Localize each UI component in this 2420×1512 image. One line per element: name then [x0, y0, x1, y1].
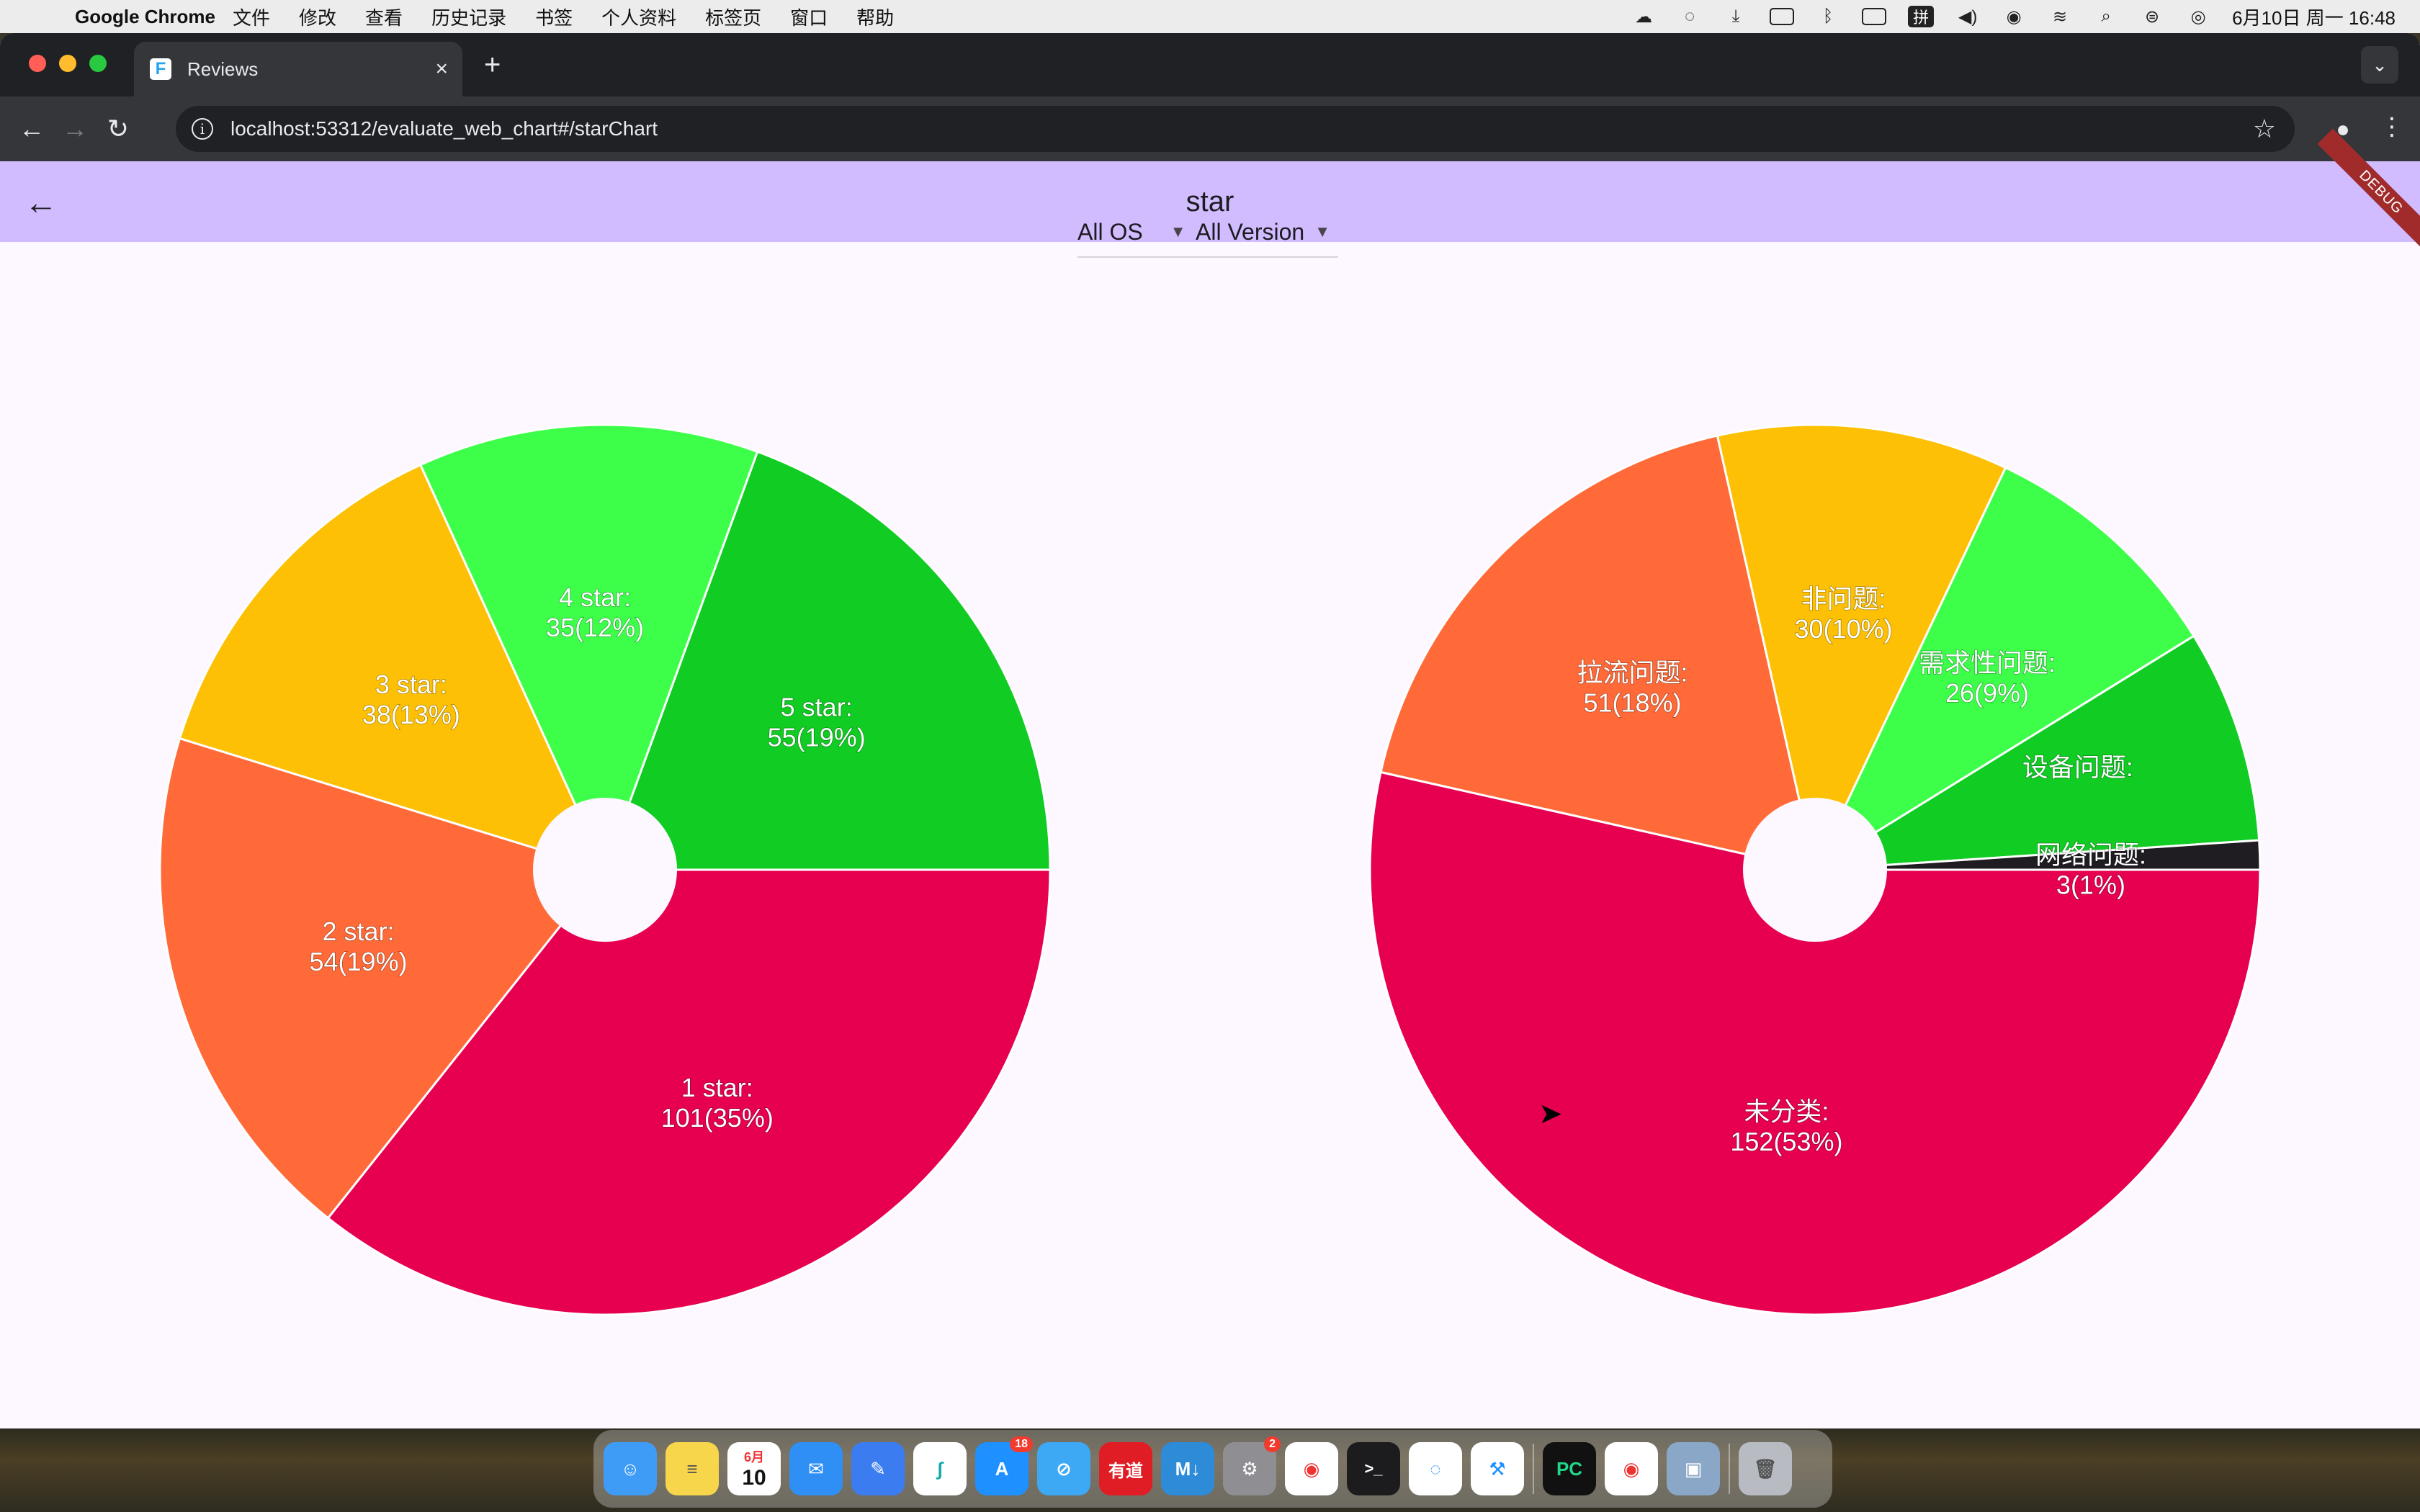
- app-store-badge: 18: [1010, 1436, 1033, 1452]
- youdao-icon[interactable]: 有道: [1099, 1442, 1152, 1495]
- star-rating-pie-chart[interactable]: 1 star:101(35%) 2 star:54(19%) 3 star:38(1…: [158, 423, 1052, 1316]
- xcode-instruments-icon[interactable]: ⚒: [1471, 1442, 1524, 1495]
- preview-icon[interactable]: ▣: [1667, 1442, 1720, 1495]
- menu-window[interactable]: 窗口: [790, 4, 828, 30]
- pen-app-icon[interactable]: ✎: [851, 1442, 905, 1495]
- calendar-month: 6月: [743, 1450, 764, 1464]
- spotlight-search-icon[interactable]: ⌕: [2094, 6, 2118, 26]
- macos-menubar: Google Chrome 文件 修改 查看 历史记录 书签 个人资料 标签页 …: [0, 0, 2420, 33]
- slice-label: 5 star:: [781, 692, 853, 721]
- donut-hole: [533, 798, 677, 942]
- chrome-icon[interactable]: ◉: [1285, 1442, 1338, 1495]
- slice-value-label: 51(18%): [1584, 688, 1682, 718]
- slice-label: 网络问题:: [2035, 840, 2146, 869]
- slice-label: 非问题:: [1801, 584, 1886, 613]
- menu-help[interactable]: 帮助: [856, 4, 894, 30]
- menu-edit[interactable]: 修改: [299, 4, 336, 30]
- slice-value-label: 26(9%): [1945, 678, 2029, 708]
- cloud-app-icon[interactable]: ☁: [1631, 7, 1656, 27]
- menu-view[interactable]: 查看: [365, 4, 403, 30]
- input-method-icon[interactable]: 拼: [1908, 6, 1935, 27]
- system-settings-icon[interactable]: ⚙ 2: [1223, 1436, 1281, 1495]
- slice-label: 1 star:: [681, 1073, 753, 1102]
- slice-value-label: 3(1%): [2056, 870, 2125, 899]
- slice-value-label: 54(19%): [310, 947, 408, 976]
- pycharm-icon[interactable]: PC: [1543, 1442, 1596, 1495]
- download-icon[interactable]: ⤓: [1724, 6, 1748, 26]
- slice-label: 3 star:: [375, 670, 447, 699]
- menu-bookmarks[interactable]: 书签: [535, 4, 573, 30]
- menubar-status-area: ☁ ◌ ⤓ ᛒ 拼 ◀) ◉ ≋ ⌕ ⊜ ◎ 6月10日 周一 16:48: [1631, 0, 2396, 33]
- chat-app-icon[interactable]: ◌: [1409, 1442, 1462, 1495]
- safari-icon[interactable]: ⊘: [1037, 1442, 1090, 1495]
- wifi-icon[interactable]: ≋: [2048, 7, 2072, 27]
- slice-label: 拉流问题:: [1577, 658, 1688, 688]
- siri-icon[interactable]: ◎: [2186, 7, 2210, 27]
- slice-label: 2 star:: [323, 917, 395, 946]
- menu-history[interactable]: 历史记录: [431, 4, 506, 30]
- charts-canvas: 1 star:101(35%) 2 star:54(19%) 3 star:38(1…: [158, 423, 2262, 1316]
- notes-icon[interactable]: ≡: [666, 1442, 719, 1495]
- menu-profiles[interactable]: 个人资料: [601, 4, 676, 30]
- calendar-day: 10: [742, 1466, 766, 1490]
- slice-label: 4 star:: [559, 582, 631, 612]
- dock-separator: [1729, 1444, 1730, 1494]
- calendar-icon[interactable]: 6月 10: [727, 1442, 781, 1495]
- display-icon[interactable]: [1770, 7, 1795, 26]
- donut-hole: [1743, 798, 1887, 942]
- volume-icon[interactable]: ◀): [1955, 7, 1980, 27]
- slice-value-label: 30(10%): [1795, 614, 1893, 644]
- chrome-app-icon[interactable]: ◉: [1605, 1442, 1658, 1495]
- slice-label: 未分类:: [1744, 1097, 1829, 1126]
- dock-separator: [1533, 1444, 1534, 1494]
- app-store-icon[interactable]: A 18: [975, 1436, 1033, 1495]
- mouse-pointer-icon: ➤: [1538, 1098, 1563, 1130]
- menu-tabs[interactable]: 标签页: [705, 4, 761, 30]
- bluetooth-icon[interactable]: ᛒ: [1816, 6, 1840, 26]
- slice-label: 需求性问题:: [1919, 648, 2056, 678]
- slice-value-label: 55(19%): [768, 722, 866, 752]
- slice-value-label: 35(12%): [546, 613, 644, 642]
- slice-value-label: 38(13%): [362, 700, 460, 729]
- macos-dock: ☺ ≡ 6月 10 ✉ ✎ ∫ A 18 ⊘ 有道 M↓ ⚙ 2 ◉ >_ ◌ …: [593, 1430, 1832, 1508]
- chrome-window: F Reviews × + ⌄ ← → ↻ i localhost:53312/…: [0, 33, 2420, 1428]
- freeform-icon[interactable]: ∫: [913, 1442, 967, 1495]
- chat-icon[interactable]: ◌: [1677, 6, 1702, 26]
- finder-icon[interactable]: ☺: [604, 1442, 657, 1495]
- menubar-app-name[interactable]: Google Chrome: [75, 6, 215, 28]
- issue-category-pie-chart[interactable]: 未分类:152(53%) 拉流问题:51(18%) 非问题:30(10%) 需求性问题…: [1368, 423, 2262, 1316]
- mail-icon[interactable]: ✉: [789, 1442, 843, 1495]
- menubar-clock[interactable]: 6月10日 周一 16:48: [2232, 4, 2396, 30]
- terminal-icon[interactable]: >_: [1347, 1442, 1400, 1495]
- control-center-icon[interactable]: ⊜: [2140, 7, 2164, 27]
- markdown-app-icon[interactable]: M↓: [1161, 1442, 1214, 1495]
- settings-badge: 2: [1264, 1436, 1281, 1452]
- trash-icon[interactable]: 🗑: [1739, 1442, 1792, 1495]
- slice-value-label: 152(53%): [1730, 1127, 1842, 1156]
- slice-value-label: 101(35%): [661, 1103, 774, 1133]
- battery-icon[interactable]: [1862, 7, 1887, 26]
- menu-file[interactable]: 文件: [233, 4, 270, 30]
- user-circle-icon[interactable]: ◉: [2002, 7, 2026, 27]
- slice-label: 设备问题:: [2022, 752, 2133, 782]
